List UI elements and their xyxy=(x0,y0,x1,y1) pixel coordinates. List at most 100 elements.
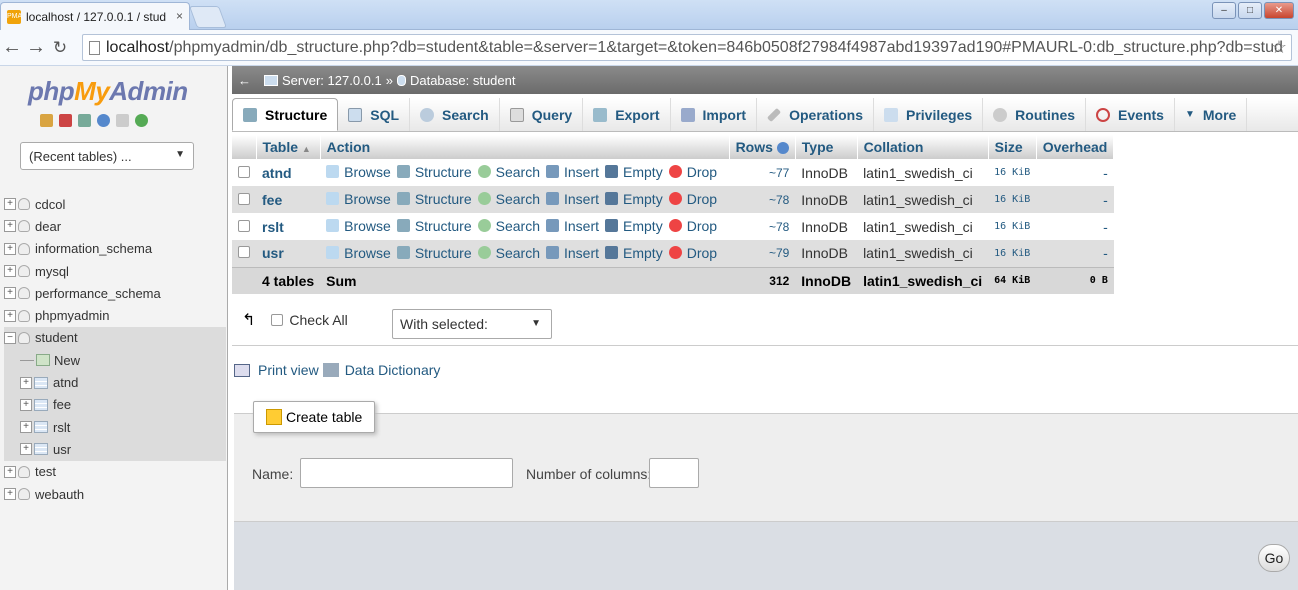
breadcrumb-server[interactable]: Server: 127.0.0.1 xyxy=(282,73,382,88)
breadcrumb-database[interactable]: Database: student xyxy=(410,73,516,88)
print-view-link[interactable]: Print view xyxy=(258,362,319,378)
docs-icon[interactable] xyxy=(97,114,110,127)
reload-icon[interactable]: ↻ xyxy=(48,38,72,58)
table-name-link[interactable]: rslt xyxy=(256,213,321,240)
close-window-button[interactable]: ✕ xyxy=(1264,2,1294,19)
back-icon[interactable]: ← xyxy=(0,36,24,59)
browse-action[interactable]: Browse xyxy=(326,164,391,180)
with-selected-select[interactable]: With selected: ▼ xyxy=(392,309,552,339)
structure-action[interactable]: Structure xyxy=(396,164,472,180)
structure-action[interactable]: Structure xyxy=(396,218,472,234)
row-count[interactable]: ~77 xyxy=(729,159,796,186)
table-name-input[interactable] xyxy=(300,458,513,488)
num-columns-input[interactable] xyxy=(649,458,699,488)
structure-action[interactable]: Structure xyxy=(396,191,472,207)
drop-action[interactable]: Drop xyxy=(668,245,717,261)
url-input[interactable]: localhost /phpmyadmin/db_structure.php?d… xyxy=(82,34,1292,61)
home-icon[interactable] xyxy=(40,114,53,127)
go-button[interactable]: Go xyxy=(1258,544,1290,572)
search-action[interactable]: Search xyxy=(477,245,540,261)
reload-nav-icon[interactable] xyxy=(135,114,148,127)
drop-action[interactable]: Drop xyxy=(668,164,717,180)
tree-db-phpmyadmin[interactable]: + phpmyadmin xyxy=(4,304,226,326)
tree-db-test[interactable]: + test xyxy=(4,461,226,483)
phpmyadmin-logo[interactable]: phpMyAdmin xyxy=(28,76,188,107)
drop-icon xyxy=(668,165,682,179)
minimize-button[interactable]: – xyxy=(1212,2,1236,19)
col-header-table[interactable]: Table ▲ xyxy=(256,135,321,159)
tree-db-webauth[interactable]: + webauth xyxy=(4,483,226,505)
tree-table-fee[interactable]: + fee xyxy=(4,393,226,416)
tab-import[interactable]: Import xyxy=(671,98,758,131)
tree-table-atnd[interactable]: + atnd xyxy=(4,371,226,394)
tree-db-mysql[interactable]: + mysql xyxy=(4,260,226,282)
sql-docs-icon[interactable] xyxy=(116,114,129,127)
insert-action[interactable]: Insert xyxy=(546,245,599,261)
table-name-link[interactable]: atnd xyxy=(256,159,321,186)
empty-action[interactable]: Empty xyxy=(605,218,663,234)
forward-icon[interactable]: → xyxy=(24,36,48,59)
search-action[interactable]: Search xyxy=(477,218,540,234)
row-count[interactable]: ~79 xyxy=(729,240,796,267)
tree-table-rslt[interactable]: + rslt xyxy=(4,415,226,439)
browse-action[interactable]: Browse xyxy=(326,218,391,234)
row-count[interactable]: ~78 xyxy=(729,186,796,213)
check-all-label[interactable]: Check All xyxy=(289,312,347,328)
tab-routines[interactable]: Routines xyxy=(983,98,1087,131)
row-checkbox[interactable] xyxy=(238,246,250,259)
tree-db-dear[interactable]: + dear xyxy=(4,215,226,237)
col-header-rows[interactable]: Rows xyxy=(729,135,796,159)
data-dictionary-link[interactable]: Data Dictionary xyxy=(345,362,441,378)
row-count[interactable]: ~78 xyxy=(729,213,796,240)
search-action[interactable]: Search xyxy=(477,191,540,207)
tab-export[interactable]: Export xyxy=(583,98,671,131)
table-name-link[interactable]: fee xyxy=(256,186,321,213)
recent-tables-select[interactable]: (Recent tables) ... ▼ xyxy=(20,142,194,170)
tab-structure[interactable]: Structure xyxy=(232,98,339,131)
tab-close-icon[interactable]: × xyxy=(176,9,183,23)
insert-action[interactable]: Insert xyxy=(546,191,599,207)
col-header-type[interactable]: Type xyxy=(795,135,858,159)
expand-icon: + xyxy=(4,488,16,500)
browse-action[interactable]: Browse xyxy=(326,245,391,261)
tree-db-information-schema[interactable]: + information_schema xyxy=(4,238,226,260)
tab-events[interactable]: Events xyxy=(1086,98,1175,131)
tab-operations[interactable]: Operations xyxy=(757,98,874,131)
tab-more[interactable]: ▼ More xyxy=(1175,98,1248,131)
empty-action[interactable]: Empty xyxy=(605,191,663,207)
row-checkbox[interactable] xyxy=(238,165,250,178)
tab-sql[interactable]: SQL xyxy=(338,98,411,131)
tree-db-performance-schema[interactable]: + performance_schema xyxy=(4,282,226,304)
search-action[interactable]: Search xyxy=(477,164,540,180)
tab-query[interactable]: Query xyxy=(500,98,584,131)
maximize-button[interactable]: □ xyxy=(1238,2,1262,19)
collapse-nav-icon[interactable]: ← xyxy=(238,73,252,88)
col-header-size[interactable]: Size xyxy=(988,135,1037,159)
tree-db-student[interactable]: − student xyxy=(4,326,226,350)
query-window-icon[interactable] xyxy=(78,114,91,127)
insert-action[interactable]: Insert xyxy=(546,164,599,180)
empty-action[interactable]: Empty xyxy=(605,164,663,180)
new-tab-button[interactable] xyxy=(188,6,228,28)
check-all-checkbox[interactable] xyxy=(271,314,284,326)
col-header-overhead[interactable]: Overhead xyxy=(1036,135,1115,159)
drop-action[interactable]: Drop xyxy=(668,191,717,207)
insert-action[interactable]: Insert xyxy=(546,218,599,234)
row-checkbox[interactable] xyxy=(238,192,250,205)
structure-action[interactable]: Structure xyxy=(396,245,472,261)
tab-search[interactable]: Search xyxy=(410,98,500,131)
table-name-link[interactable]: usr xyxy=(256,240,321,267)
row-checkbox[interactable] xyxy=(238,219,250,232)
collation: latin1_swedish_ci xyxy=(857,213,989,240)
drop-action[interactable]: Drop xyxy=(668,218,717,234)
tree-table-usr[interactable]: + usr xyxy=(4,438,226,461)
tree-new-table[interactable]: New xyxy=(4,349,226,372)
bookmark-star-icon[interactable]: ☆ xyxy=(1271,37,1287,58)
browser-tab[interactable]: PMA localhost / 127.0.0.1 / stud × xyxy=(0,2,190,30)
logout-icon[interactable] xyxy=(59,114,72,127)
tab-privileges[interactable]: Privileges xyxy=(874,98,984,131)
col-header-collation[interactable]: Collation xyxy=(857,135,989,159)
tree-db-cdcol[interactable]: + cdcol xyxy=(4,193,226,215)
browse-action[interactable]: Browse xyxy=(326,191,391,207)
empty-action[interactable]: Empty xyxy=(605,245,663,261)
